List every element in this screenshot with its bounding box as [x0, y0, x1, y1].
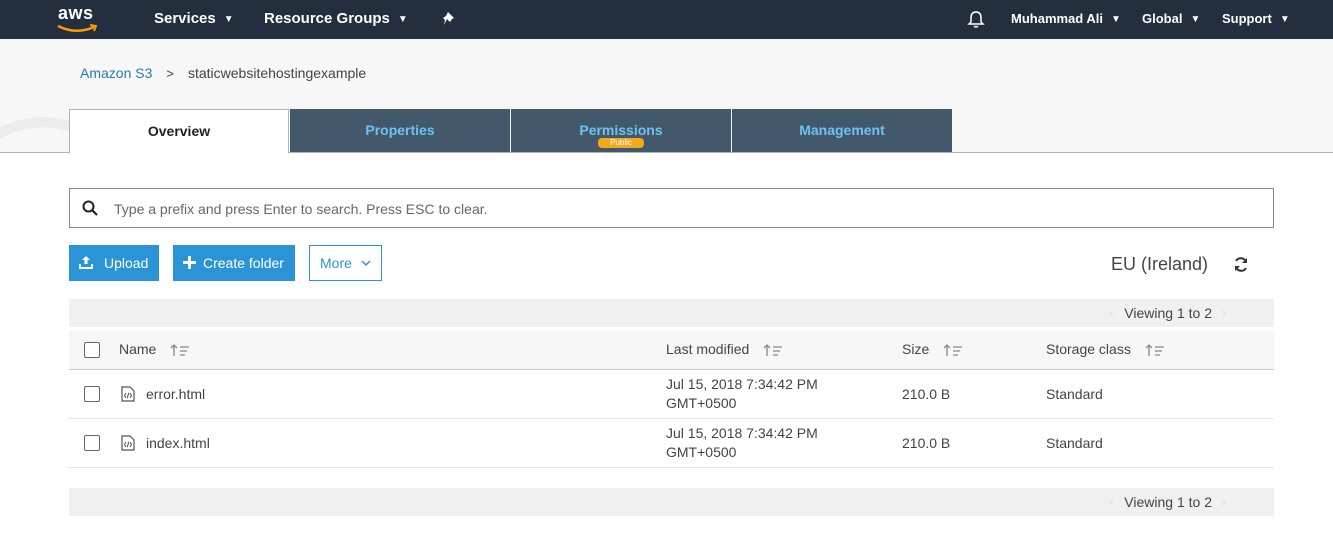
table-row[interactable]: index.html Jul 15, 2018 7:34:42 PM GMT+0… [69, 419, 1274, 468]
next-page-icon[interactable]: › [1221, 493, 1226, 509]
upload-icon [79, 256, 93, 269]
tab-management[interactable]: Management [732, 109, 952, 152]
tab-management-label: Management [799, 122, 885, 138]
row-checkbox[interactable] [84, 386, 100, 402]
search-box [69, 188, 1274, 229]
create-folder-button[interactable]: Create folder [173, 245, 295, 281]
file-name-link[interactable]: index.html [146, 435, 210, 451]
viewing-count: Viewing 1 to 2 [1124, 305, 1212, 321]
storage-class-cell: Standard [1046, 386, 1103, 402]
column-storage-class-header[interactable]: Storage class [1046, 341, 1165, 357]
table-header: Name Last modified Size Storage class [69, 330, 1274, 370]
chevron-down-icon: ▼ [1110, 14, 1121, 26]
sort-icon [943, 344, 963, 357]
support-menu[interactable]: Support ▼ [1222, 11, 1290, 26]
column-name-header[interactable]: Name [119, 341, 190, 357]
pagination-top: ‹ Viewing 1 to 2 › [69, 299, 1274, 327]
chevron-down-icon: ▼ [223, 13, 234, 25]
plus-icon [183, 256, 196, 269]
chevron-down-icon [361, 260, 371, 267]
breadcrumb: Amazon S3 > staticwebsitehostingexample [80, 65, 366, 81]
file-name-link[interactable]: error.html [146, 386, 205, 402]
column-size-label: Size [902, 341, 930, 357]
sort-icon [1145, 344, 1164, 357]
user-name: Muhammad Ali [1011, 11, 1103, 26]
tab-properties[interactable]: Properties [290, 109, 510, 152]
storage-class-cell: Standard [1046, 435, 1103, 451]
aws-logo[interactable]: aws [56, 3, 102, 35]
more-dropdown-button[interactable]: More [309, 245, 382, 281]
row-checkbox[interactable] [84, 435, 100, 451]
breadcrumb-amazon-s3-link[interactable]: Amazon S3 [80, 65, 152, 81]
pagination-bottom: ‹ Viewing 1 to 2 › [69, 488, 1274, 516]
last-modified-timezone: GMT+0500 [666, 395, 737, 411]
services-menu[interactable]: Services ▼ [154, 10, 234, 27]
chevron-down-icon: ▼ [397, 13, 408, 25]
previous-page-icon[interactable]: ‹ [1109, 304, 1114, 320]
resource-groups-label: Resource Groups [264, 10, 390, 27]
sort-icon [170, 344, 190, 357]
chevron-down-icon: ▼ [1279, 14, 1290, 26]
breadcrumb-separator: > [166, 66, 174, 81]
resource-groups-menu[interactable]: Resource Groups ▼ [264, 10, 408, 27]
last-modified-timezone: GMT+0500 [666, 444, 737, 460]
more-label: More [320, 255, 352, 271]
create-folder-label: Create folder [203, 255, 284, 271]
support-label: Support [1222, 11, 1272, 26]
last-modified-cell: Jul 15, 2018 7:34:42 PM GMT+0500 [666, 424, 818, 462]
breadcrumb-bucket-name: staticwebsitehostingexample [187, 65, 367, 81]
services-label: Services [154, 10, 216, 27]
last-modified-cell: Jul 15, 2018 7:34:42 PM GMT+0500 [666, 375, 818, 413]
html-file-icon [121, 435, 135, 451]
select-all-checkbox[interactable] [84, 342, 100, 358]
region-label: Global [1142, 11, 1183, 26]
last-modified-date: Jul 15, 2018 7:34:42 PM [666, 425, 818, 441]
aws-smile-icon [57, 24, 98, 32]
column-size-header[interactable]: Size [902, 341, 963, 357]
column-name-label: Name [119, 341, 157, 357]
column-storage-class-label: Storage class [1046, 341, 1131, 357]
last-modified-date: Jul 15, 2018 7:34:42 PM [666, 376, 818, 392]
public-badge: Public [598, 138, 644, 148]
chevron-down-icon: ▼ [1190, 14, 1201, 26]
region-menu[interactable]: Global ▼ [1142, 11, 1200, 26]
region-indicator: EU (Ireland) [1111, 254, 1209, 274]
search-input[interactable] [112, 189, 1266, 229]
html-file-icon [121, 386, 135, 402]
tab-overview[interactable]: Overview [69, 109, 289, 154]
previous-page-icon[interactable]: ‹ [1109, 493, 1114, 509]
sort-icon [763, 344, 783, 357]
top-navigation-bar: aws Services ▼ Resource Groups ▼ Muhammad … [0, 0, 1333, 39]
viewing-count: Viewing 1 to 2 [1124, 494, 1212, 510]
tab-permissions[interactable]: Permissions Public [511, 109, 731, 152]
size-cell: 210.0 B [902, 435, 951, 451]
bell-icon[interactable] [967, 10, 985, 29]
pin-icon[interactable] [442, 11, 458, 27]
refresh-icon[interactable] [1233, 256, 1249, 273]
tab-properties-label: Properties [365, 122, 435, 138]
column-last-modified-header[interactable]: Last modified [666, 341, 783, 357]
table-row[interactable]: error.html Jul 15, 2018 7:34:42 PM GMT+0… [69, 370, 1274, 419]
column-last-modified-label: Last modified [666, 341, 750, 357]
next-page-icon[interactable]: › [1221, 304, 1226, 320]
user-menu[interactable]: Muhammad Ali ▼ [1011, 11, 1121, 26]
upload-button[interactable]: Upload [69, 245, 159, 281]
search-icon [82, 200, 98, 216]
tab-overview-label: Overview [147, 123, 211, 139]
tab-permissions-label: Permissions [579, 122, 663, 138]
aws-logo-text: aws [58, 3, 94, 23]
size-cell: 210.0 B [902, 386, 951, 402]
upload-label: Upload [104, 255, 149, 271]
